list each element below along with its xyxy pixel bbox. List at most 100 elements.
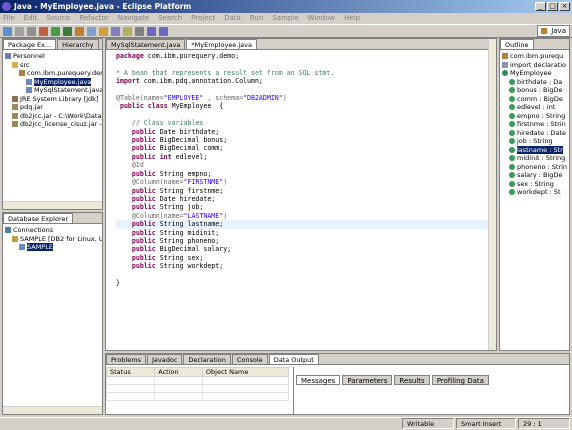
jar-icon [12, 121, 18, 127]
back-icon[interactable] [147, 26, 156, 36]
tab-bottom-3[interactable]: Console [231, 354, 268, 364]
tree-item[interactable]: db2jcc.jar - C:\Work\DataZen [5, 112, 102, 121]
db-tree-item[interactable]: SAMPLE [DB2 for Linux, UNIX [5, 235, 102, 244]
table-row [105, 392, 290, 401]
save-icon[interactable] [15, 26, 24, 36]
tab-database-explorer[interactable]: Database Explorer [3, 213, 74, 223]
tree-item[interactable]: Personnel [5, 52, 102, 61]
debug-icon[interactable] [63, 26, 72, 36]
print-icon[interactable] [27, 26, 36, 36]
code-editor[interactable]: package com.ibm.purequery.demo; * A bean… [106, 50, 496, 287]
menu-item-run[interactable]: Run [250, 13, 263, 24]
search-icon[interactable] [123, 26, 132, 36]
outline-item-label: lastname : Str [517, 145, 563, 154]
tree-item[interactable]: MyEmployee.java [5, 77, 102, 87]
project-icon [5, 53, 11, 59]
tab-result-profiling-data[interactable]: Profiling Data [431, 375, 489, 385]
outline-item[interactable]: hiredate : Date [502, 129, 569, 138]
maximize-button[interactable]: □ [547, 2, 558, 11]
menu-item-help[interactable]: Help [344, 13, 360, 24]
open-type-icon[interactable] [111, 26, 120, 36]
menu-item-navigate[interactable]: Navigate [118, 13, 149, 24]
new-java-project-icon[interactable] [75, 26, 84, 36]
new-icon[interactable] [3, 26, 12, 36]
forward-icon[interactable] [159, 26, 168, 36]
column-header-status[interactable]: Status [105, 367, 156, 377]
run-icon[interactable] [51, 26, 60, 36]
status-cursor-position: 29 : 1 [518, 418, 570, 429]
menu-item-refactor[interactable]: Refactor [79, 13, 108, 24]
menu-item-file[interactable]: File [3, 13, 15, 24]
menu-item-data[interactable]: Data [224, 13, 241, 24]
tab-bottom-2[interactable]: Declaration [183, 354, 231, 364]
tree-item-label: com.ibm.purequery.demo [27, 69, 102, 77]
outline-item[interactable]: job : String [502, 137, 569, 146]
perspective-switcher[interactable]: Java [537, 25, 570, 37]
outline-item[interactable]: edlevel : int [502, 103, 569, 112]
tab-editor-1[interactable]: *MyEmployee.java [186, 39, 257, 49]
menu-item-project[interactable]: Project [191, 13, 215, 24]
tree-item-label: pdq.jar [20, 103, 43, 111]
outline-item[interactable]: MyEmployee [502, 69, 569, 78]
tab-bottom-4[interactable]: Data Output [268, 354, 319, 364]
outline-item[interactable]: comm : BigDe [502, 95, 569, 104]
outline-item[interactable]: bonus : BigDe [502, 86, 569, 95]
new-package-icon[interactable] [87, 26, 96, 36]
menu-item-window[interactable]: Window [308, 13, 336, 24]
status-writable: Writable [402, 418, 454, 429]
menu-item-source[interactable]: Source [46, 13, 70, 24]
new-class-icon[interactable] [99, 26, 108, 36]
outline-item[interactable]: firstnme : Strin [502, 120, 569, 129]
tree-item[interactable]: JRE System Library [jdk] [5, 95, 102, 104]
outline-item[interactable]: empno : String [502, 112, 569, 121]
package-explorer-hscroll[interactable] [3, 201, 102, 209]
menu-item-sample[interactable]: Sample [272, 13, 298, 24]
tree-item[interactable]: MySqlStatement.java [5, 86, 102, 95]
column-header-action[interactable]: Action [154, 367, 203, 377]
tab-result-parameters[interactable]: Parameters [342, 375, 393, 385]
tree-item-label: db2jcc_license_cisuz.jar - C:\ [20, 120, 102, 128]
tree-item[interactable]: db2jcc_license_cisuz.jar - C:\ [5, 120, 102, 129]
outline-item[interactable]: lastname : Str [502, 145, 569, 155]
close-button[interactable]: × [559, 2, 570, 11]
results-pane: Messages Parameters Results Profiling Data [293, 367, 569, 414]
tree-item[interactable]: com.ibm.purequery.demo [5, 69, 102, 78]
tab-bottom-0[interactable]: Problems [106, 354, 146, 364]
tab-editor-0[interactable]: MySqlStatement.java [106, 39, 186, 49]
outline-item[interactable]: import declaratio [502, 61, 569, 70]
outline-item[interactable]: workdept : St [502, 188, 569, 197]
table-row [105, 384, 290, 393]
tab-package-explorer-1[interactable]: Hierarchy [57, 39, 99, 49]
column-header-object-name[interactable]: Object Name [201, 367, 290, 377]
table-header-row: Status Action Object Name [105, 367, 290, 377]
editor-vscroll[interactable] [488, 39, 496, 350]
field-icon [509, 163, 515, 170]
menu-item-search[interactable]: Search [158, 13, 182, 24]
outline-item[interactable]: salary : BigDe [502, 171, 569, 180]
tab-bottom-1[interactable]: Javadoc [146, 354, 183, 364]
tab-result-messages[interactable]: Messages [296, 375, 341, 385]
outline-item[interactable]: com.ibm.purequ [502, 52, 569, 61]
menu-item-edit[interactable]: Edit [24, 13, 38, 24]
minimize-button[interactable]: _ [535, 2, 546, 11]
tab-package-explorer-0[interactable]: Package Ex... [3, 39, 57, 49]
code-line: public String job; [131, 203, 204, 212]
outline-item[interactable]: birthdate : Da [502, 78, 569, 87]
db-tree-item[interactable]: SAMPLE [5, 243, 102, 252]
tree-item[interactable]: src [5, 61, 102, 70]
tree-item[interactable]: pdq.jar [5, 103, 102, 112]
outline-item[interactable]: midinit : String [502, 154, 569, 163]
database-icon[interactable] [39, 26, 48, 36]
outline-item[interactable]: phoneno : Strin [502, 163, 569, 172]
tab-result-results[interactable]: Results [394, 375, 430, 385]
tab-outline[interactable]: Outline [500, 39, 534, 49]
outline-item-label: bonus : BigDe [517, 86, 563, 94]
database-explorer-hscroll[interactable] [3, 406, 102, 414]
last-edit-icon[interactable] [135, 26, 144, 36]
db-tree-item[interactable]: Connections [5, 226, 102, 235]
data-output-table: Status Action Object Name [105, 367, 290, 414]
java-file-icon [26, 87, 32, 93]
connections-icon [5, 227, 11, 233]
code-line: @Id [116, 161, 144, 170]
outline-item[interactable]: sex : String [502, 180, 569, 189]
